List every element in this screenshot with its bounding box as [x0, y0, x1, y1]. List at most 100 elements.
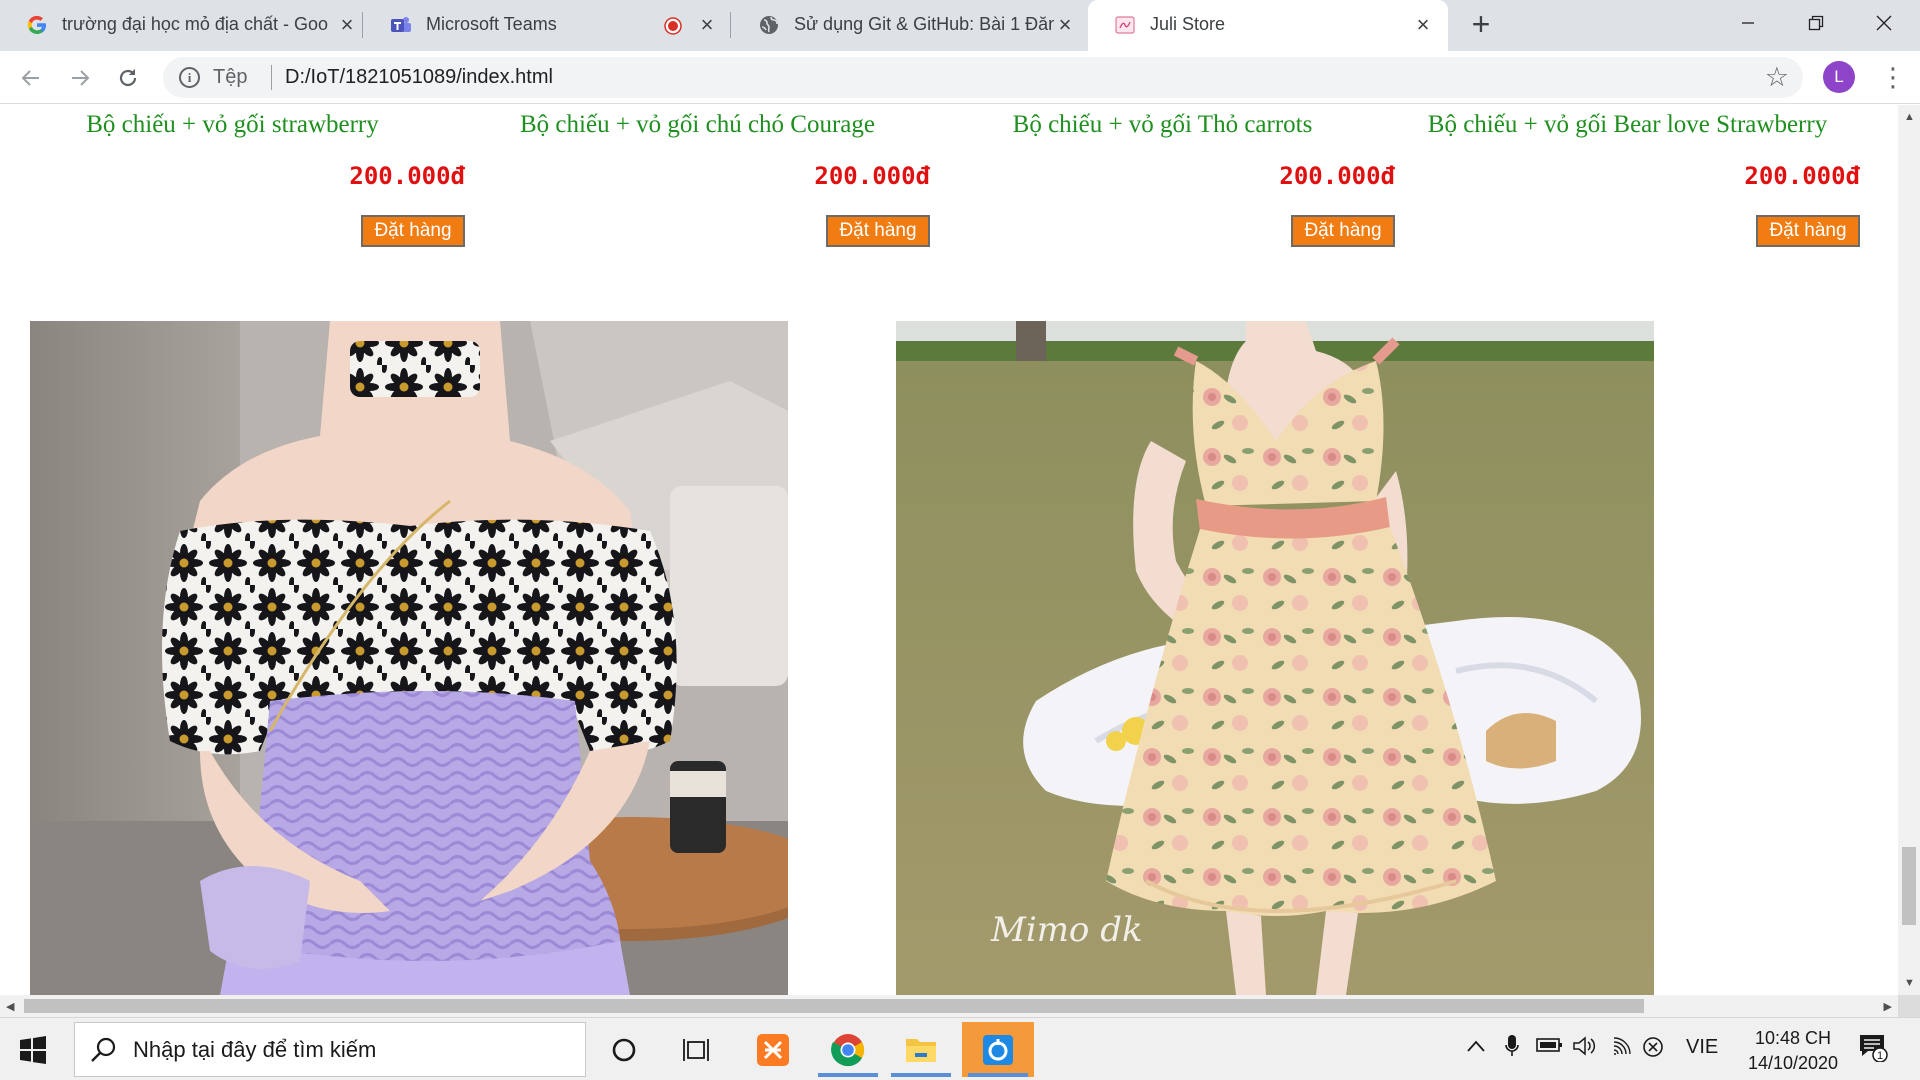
task-view-button[interactable]	[660, 1022, 732, 1077]
scrollbar-corner	[1898, 995, 1920, 1017]
tab-git-github[interactable]: Sử dụng Git & GitHub: Bài 1 Đăng ×	[732, 0, 1088, 51]
app-icon	[983, 1034, 1013, 1065]
back-arrow-icon	[21, 70, 39, 86]
forward-button[interactable]	[65, 63, 95, 93]
close-tab-icon[interactable]: ×	[1410, 12, 1436, 38]
close-icon	[1876, 15, 1892, 31]
browser-toolbar: i Tệp D:/IoT/1821051089/index.html ☆	[0, 51, 1920, 104]
forward-arrow-icon	[72, 70, 90, 86]
action-center-button[interactable]: 1	[1858, 1032, 1888, 1063]
windows-taskbar: Nhập tại đây để tìm kiếm VIE 10:48 CH 14…	[0, 1017, 1920, 1080]
google-icon	[27, 15, 47, 35]
search-placeholder: Nhập tại đây để tìm kiếm	[133, 1037, 377, 1062]
reload-button[interactable]	[113, 63, 143, 93]
product-photo-floral-dress[interactable]: Mimo dk	[896, 321, 1654, 995]
profile-avatar[interactable]: L	[1823, 61, 1855, 93]
vertical-scroll-thumb[interactable]	[1902, 847, 1916, 925]
windows-start-icon[interactable]	[18, 1035, 48, 1065]
xampp-taskbar-button[interactable]	[737, 1022, 809, 1077]
globe-icon	[760, 16, 778, 34]
scroll-left-icon[interactable]: ◀	[6, 1000, 14, 1013]
watermark-text: Mimo dk	[990, 910, 1143, 950]
disconnected-icon[interactable]	[1642, 1036, 1664, 1064]
order-button[interactable]: Đặt hàng	[826, 215, 930, 247]
product-price: 200.000đ	[1279, 162, 1395, 190]
clock-date: 14/10/2020	[1747, 1053, 1839, 1073]
horizontal-scrollbar[interactable]: ◀ ▶	[0, 995, 1898, 1017]
scroll-up-icon[interactable]: ▲	[1904, 111, 1915, 123]
minimize-icon	[1742, 22, 1754, 24]
back-button[interactable]	[16, 63, 46, 93]
notification-count: 1	[1877, 1050, 1883, 1062]
product-price: 200.000đ	[349, 162, 465, 190]
product-card: Bộ chiếu + vỏ gối strawberry 200.000đ Đặ…	[0, 105, 465, 255]
tab-divider	[362, 12, 363, 38]
order-button[interactable]: Đặt hàng	[1291, 215, 1395, 247]
info-icon[interactable]: i	[179, 67, 200, 88]
search-icon	[91, 1037, 116, 1062]
address-divider	[271, 65, 272, 90]
address-bar[interactable]: i Tệp D:/IoT/1821051089/index.html ☆	[163, 57, 1803, 98]
taskbar-search[interactable]: Nhập tại đây để tìm kiếm	[74, 1022, 586, 1077]
folder-icon	[906, 1038, 936, 1062]
daisy-top-image	[30, 321, 788, 995]
close-tab-icon[interactable]: ×	[334, 12, 360, 38]
tab-microsoft-teams[interactable]: Microsoft Teams ×	[364, 0, 724, 51]
file-explorer-taskbar-button[interactable]	[885, 1022, 957, 1077]
product-price: 200.000đ	[1744, 162, 1860, 190]
product-photo-daisy-top[interactable]	[30, 321, 788, 995]
address-scheme: Tệp	[213, 66, 248, 88]
vertical-scrollbar[interactable]: ▲ ▼	[1898, 105, 1920, 995]
tab-title: trường đại học mỏ địa chất - Goo	[62, 14, 328, 34]
floral-dress-image: Mimo dk	[896, 321, 1654, 995]
product-name[interactable]: Bộ chiếu + vỏ gối Bear love Strawberry	[1395, 111, 1860, 139]
tab-divider	[730, 12, 731, 38]
scroll-right-icon[interactable]: ▶	[1884, 1000, 1892, 1013]
close-window-button[interactable]	[1864, 6, 1904, 40]
language-indicator[interactable]: VIE	[1686, 1036, 1718, 1059]
address-url[interactable]: D:/IoT/1821051089/index.html	[273, 66, 553, 89]
active-app-taskbar-button[interactable]	[962, 1022, 1034, 1077]
product-card: Bộ chiếu + vỏ gối chú chó Courage 200.00…	[465, 105, 930, 255]
chrome-taskbar-button[interactable]	[812, 1022, 884, 1077]
order-button[interactable]: Đặt hàng	[361, 215, 465, 247]
tab-juli-store[interactable]: Juli Store ×	[1088, 0, 1448, 51]
horizontal-scroll-thumb[interactable]	[24, 999, 1644, 1013]
tab-title: Juli Store	[1150, 14, 1226, 34]
tab-google-search[interactable]: trường đại học mỏ địa chất - Goo ×	[0, 0, 360, 51]
wifi-icon[interactable]	[1612, 1036, 1636, 1062]
page-icon	[1115, 16, 1135, 34]
chevron-up-icon	[1467, 1040, 1485, 1052]
tab-strip: trường đại học mỏ địa chất - Goo × Micro…	[0, 0, 1920, 51]
scroll-down-icon[interactable]: ▼	[1904, 977, 1915, 989]
restore-button[interactable]	[1796, 6, 1836, 40]
battery-icon[interactable]	[1536, 1036, 1564, 1059]
taskbar-clock[interactable]: 10:48 CH 14/10/2020	[1738, 1026, 1848, 1076]
product-card: Bộ chiếu + vỏ gối Bear love Strawberry 2…	[1395, 105, 1860, 255]
clock-time: 10:48 CH	[1754, 1028, 1832, 1048]
close-tab-icon[interactable]: ×	[694, 12, 720, 38]
minimize-button[interactable]	[1728, 6, 1768, 40]
product-name[interactable]: Bộ chiếu + vỏ gối chú chó Courage	[465, 111, 930, 139]
order-button[interactable]: Đặt hàng	[1756, 215, 1860, 247]
show-hidden-icons[interactable]	[1466, 1036, 1486, 1059]
recording-icon	[664, 17, 682, 35]
product-name[interactable]: Bộ chiếu + vỏ gối strawberry	[0, 111, 465, 139]
reload-icon	[119, 69, 137, 87]
notification-icon: 1	[1860, 1035, 1888, 1063]
product-price: 200.000đ	[814, 162, 930, 190]
tab-title: Microsoft Teams	[426, 14, 557, 34]
page-viewport: Bộ chiếu + vỏ gối strawberry 200.000đ Đặ…	[0, 105, 1898, 995]
bookmark-star-icon[interactable]: ☆	[1765, 62, 1789, 93]
product-name[interactable]: Bộ chiếu + vỏ gối Thỏ carrots	[930, 111, 1395, 139]
task-view-icon	[683, 1038, 709, 1061]
volume-icon[interactable]	[1572, 1036, 1596, 1062]
close-tab-icon[interactable]: ×	[1052, 12, 1078, 38]
microphone-icon[interactable]	[1504, 1034, 1520, 1064]
restore-icon	[1808, 15, 1824, 31]
new-tab-button[interactable]: +	[1466, 8, 1496, 40]
cortana-icon	[612, 1038, 636, 1061]
cortana-button[interactable]	[588, 1022, 660, 1077]
browser-menu-icon[interactable]: ⋮	[1880, 60, 1906, 94]
xampp-icon	[757, 1033, 789, 1066]
